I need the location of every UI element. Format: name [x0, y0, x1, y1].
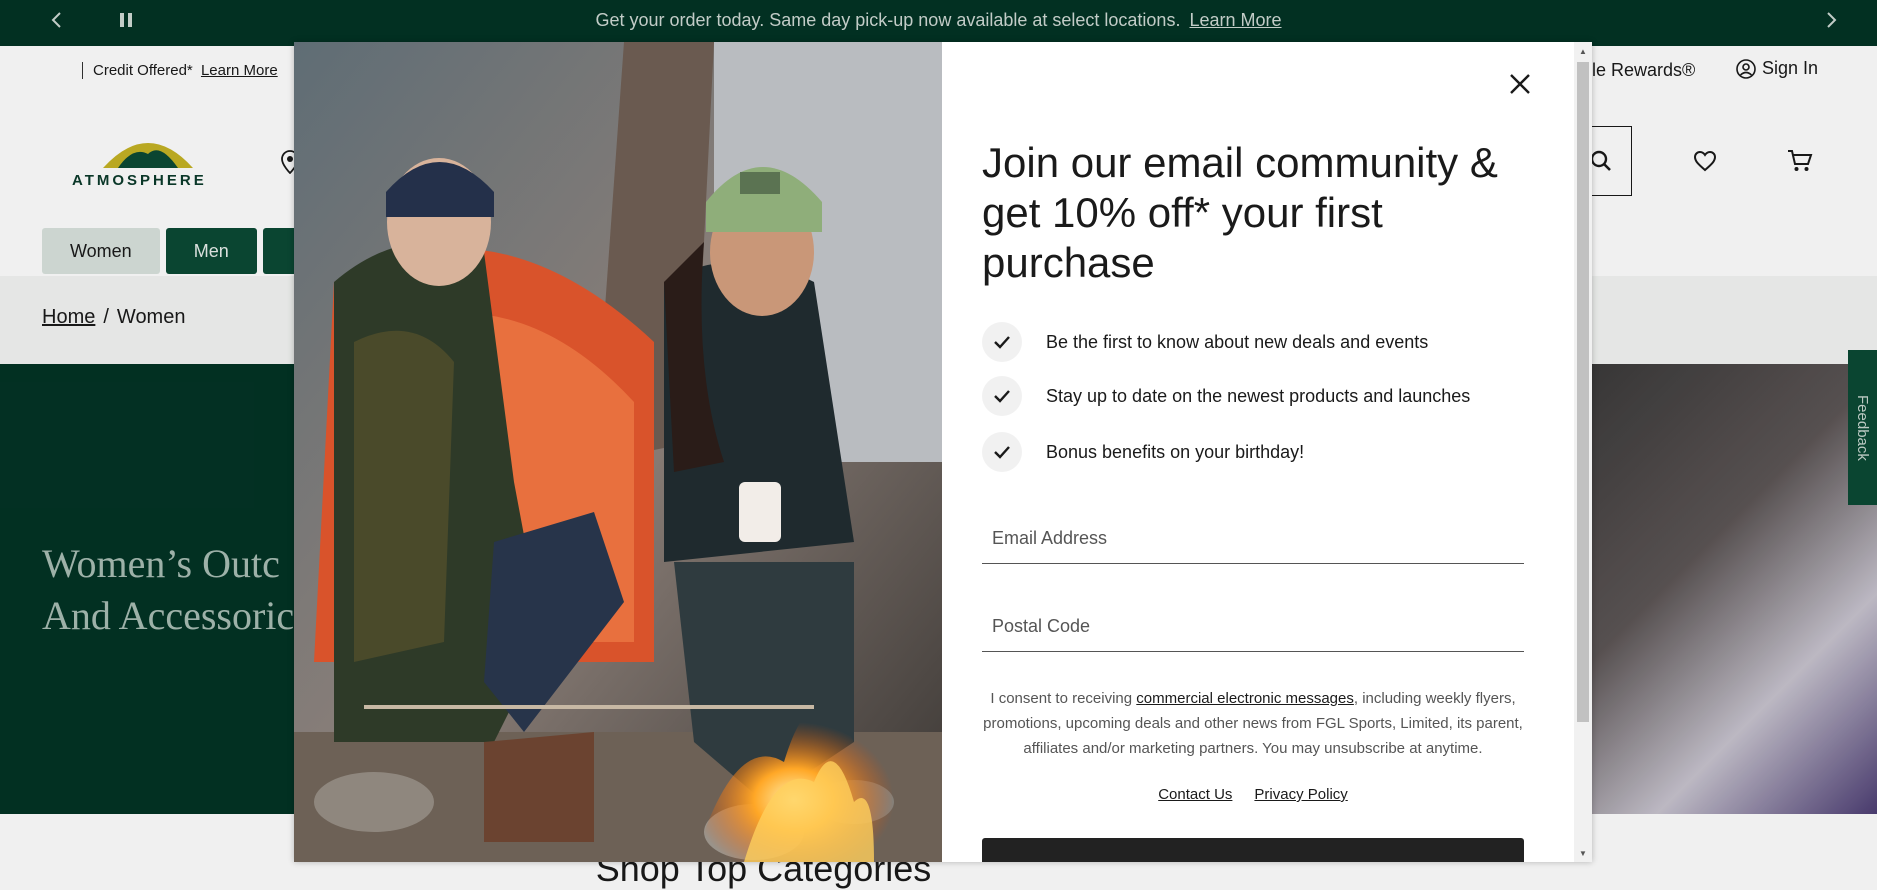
contact-us-link[interactable]: Contact Us — [1158, 786, 1232, 803]
postal-code-input[interactable] — [982, 602, 1524, 650]
campfire-photo — [294, 42, 942, 862]
check-icon — [994, 390, 1010, 403]
scroll-down-arrow-icon[interactable]: ▼ — [1574, 844, 1592, 862]
commercial-messages-link[interactable]: commercial electronic messages — [1136, 690, 1354, 707]
benefit-item: Stay up to date on the newest products a… — [982, 376, 1470, 416]
check-badge — [982, 322, 1022, 362]
benefit-text: Bonus benefits on your birthday! — [1046, 441, 1305, 462]
modal-content: Join our email community & get 10% off* … — [942, 42, 1574, 862]
privacy-policy-link[interactable]: Privacy Policy — [1254, 786, 1347, 803]
close-icon — [1510, 74, 1530, 94]
check-icon — [994, 446, 1010, 459]
check-badge — [982, 432, 1022, 472]
check-icon — [994, 336, 1010, 349]
submit-button[interactable] — [982, 838, 1524, 862]
modal-scrollbar[interactable]: ▲ ▼ — [1574, 42, 1592, 862]
scrollbar-thumb[interactable] — [1577, 62, 1589, 722]
close-button[interactable] — [1504, 68, 1536, 100]
benefit-item: Bonus benefits on your birthday! — [982, 432, 1304, 472]
email-field[interactable] — [982, 514, 1524, 564]
modal-links: Contact Us Privacy Policy — [982, 786, 1524, 803]
check-badge — [982, 376, 1022, 416]
email-signup-modal: Join our email community & get 10% off* … — [294, 42, 1592, 862]
benefit-item: Be the first to know about new deals and… — [982, 322, 1428, 362]
modal-heading: Join our email community & get 10% off* … — [982, 139, 1498, 286]
benefit-text: Be the first to know about new deals and… — [1046, 331, 1429, 352]
consent-prefix: I consent to receiving — [990, 690, 1133, 707]
benefit-text: Stay up to date on the newest products a… — [1046, 385, 1471, 406]
email-input[interactable] — [982, 514, 1524, 562]
campfire-illustration — [294, 42, 942, 862]
consent-text: I consent to receiving commercial electr… — [982, 686, 1524, 761]
postal-code-field[interactable] — [982, 602, 1524, 652]
scroll-up-arrow-icon[interactable]: ▲ — [1574, 42, 1592, 60]
